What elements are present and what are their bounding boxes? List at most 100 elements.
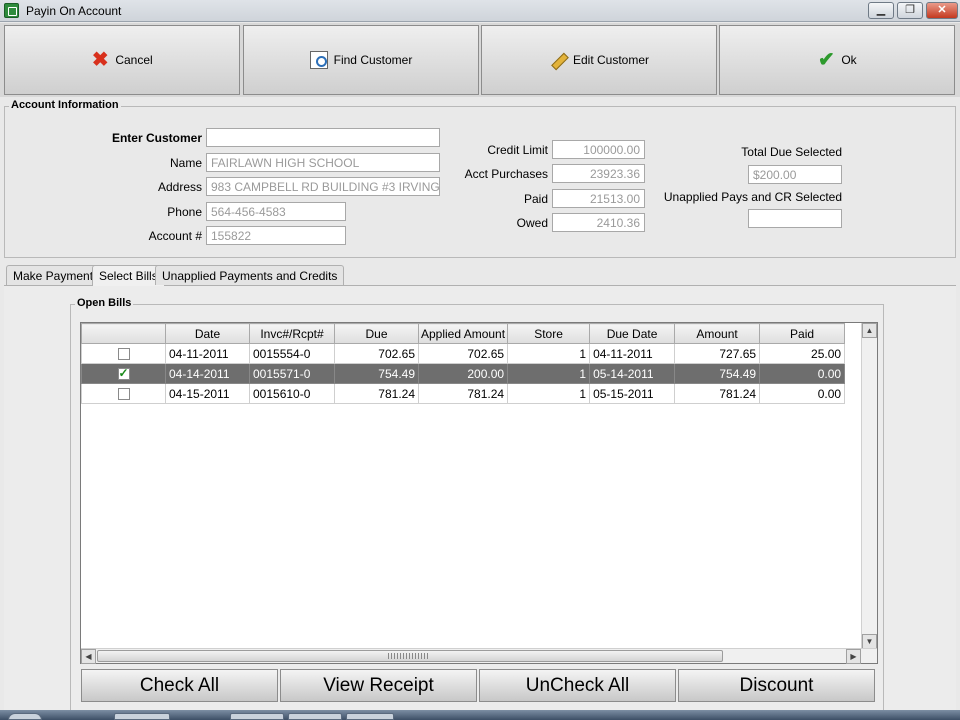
applied-amount-cell[interactable]: 200.00 [417,363,509,384]
account-information-title: Account Information [9,99,121,111]
date-cell: 04-15-2011 [165,383,250,404]
unapplied-label: Unapplied Pays and CR Selected [663,190,842,204]
find-customer-label: Find Customer [333,53,413,67]
enter-customer-label: Enter Customer [111,131,202,145]
find-customer-icon [309,51,328,69]
due-date-cell: 04-11-2011 [589,343,676,364]
acct-purchases-field: 23923.36 [552,164,645,183]
maximize-button[interactable]: ❐ [897,2,923,19]
account-number-field: 155822 [206,226,346,245]
table-header-row: Date Invc#/Rcpt# Due Applied Amount Stor… [81,323,846,344]
x-icon: ✖ [91,49,109,71]
cancel-button[interactable]: ✖ Cancel [4,25,240,95]
address-label: Address [157,180,202,194]
total-due-field: $200.00 [748,165,842,184]
uncheck-all-button[interactable]: UnCheck All [479,669,676,702]
tab-unapplied-payments[interactable]: Unapplied Payments and Credits [155,265,345,285]
account-number-label: Account # [148,229,202,243]
invoice-cell: 0015554-0 [249,343,335,364]
taskbar-item[interactable] [346,713,394,720]
table-row[interactable]: 04-14-2011 0015571-0 754.49 200.00 1 05-… [81,363,846,384]
row-checkbox-cell[interactable] [81,363,166,384]
edit-customer-button[interactable]: Edit Customer [481,25,717,95]
row-checkbox[interactable] [117,366,130,381]
column-header[interactable]: Due [334,323,419,344]
table-row[interactable]: 04-11-2011 0015554-0 702.65 702.65 1 04-… [81,343,846,364]
find-customer-button[interactable]: Find Customer [243,25,479,95]
table-row[interactable]: 04-15-2011 0015610-0 781.24 781.24 1 05-… [81,383,846,404]
amount-cell: 754.49 [674,363,761,384]
open-bills-grid[interactable]: Date Invc#/Rcpt# Due Applied Amount Stor… [80,322,878,664]
view-receipt-button[interactable]: View Receipt [280,669,477,702]
app-icon [4,3,19,18]
pencil-icon [549,51,567,69]
credit-limit-label: Credit Limit [487,143,548,157]
window-title: Payin On Account [26,4,122,18]
toolbar: ✖ Cancel Find Customer Edit Customer ✔ O… [0,23,960,97]
scroll-up-icon[interactable]: ▲ [862,323,877,338]
row-checkbox[interactable] [117,388,130,401]
column-header[interactable] [81,323,166,344]
paid-cell: 0.00 [759,363,846,384]
horizontal-scroll-thumb[interactable] [97,650,723,662]
column-header[interactable]: Store [507,323,591,344]
amount-cell: 727.65 [674,343,761,364]
column-header[interactable]: Due Date [589,323,676,344]
name-label: Name [169,156,202,170]
acct-purchases-label: Acct Purchases [464,167,548,181]
due-cell: 754.49 [334,363,419,384]
row-checkbox-cell[interactable] [81,383,166,404]
column-header[interactable]: Date [165,323,250,344]
tab-select-bills[interactable]: Select Bills [92,265,165,286]
paid-field: 21513.00 [552,189,645,208]
taskbar-item[interactable] [114,713,170,720]
phone-field: 564-456-4583 [206,202,346,221]
name-field: FAIRLAWN HIGH SCHOOL [206,153,440,172]
paid-label: Paid [523,192,548,206]
due-cell: 702.65 [334,343,419,364]
applied-amount-cell[interactable]: 702.65 [417,343,509,364]
date-cell: 04-14-2011 [165,363,250,384]
paid-cell: 0.00 [759,383,846,404]
title-bar: Payin On Account ▁ ❐ ✕ [0,0,960,22]
store-cell: 1 [507,363,591,384]
tab-strip: Make Payment Select Bills Unapplied Paym… [4,265,956,286]
minimize-button[interactable]: ▁ [868,2,894,19]
due-cell: 781.24 [334,383,419,404]
owed-label: Owed [516,216,548,230]
horizontal-scrollbar[interactable]: ◀ ▶ [81,648,877,664]
check-all-button[interactable]: Check All [81,669,278,702]
total-due-label: Total Due Selected [741,145,842,159]
applied-amount-cell[interactable]: 781.24 [417,383,509,404]
column-header[interactable]: Paid [759,323,846,344]
discount-button[interactable]: Discount [678,669,875,702]
column-header[interactable]: Invc#/Rcpt# [249,323,335,344]
scroll-right-icon[interactable]: ▶ [846,649,861,664]
taskbar-item[interactable] [230,713,284,720]
address-field: 983 CAMPBELL RD BUILDING #3 IRVINGTO [206,177,440,196]
scroll-down-icon[interactable]: ▼ [862,634,877,649]
credit-limit-field: 100000.00 [552,140,645,159]
row-checkbox-cell[interactable] [81,343,166,364]
tab-make-payment[interactable]: Make Payment [6,265,101,285]
taskbar-item[interactable] [288,713,342,720]
enter-customer-input[interactable] [206,128,440,147]
edit-customer-label: Edit Customer [572,53,650,67]
taskbar [0,710,960,720]
scroll-left-icon[interactable]: ◀ [81,649,96,664]
open-bills-title: Open Bills [75,297,134,309]
start-orb-icon[interactable] [8,713,42,720]
date-cell: 04-11-2011 [165,343,250,364]
store-cell: 1 [507,383,591,404]
close-button[interactable]: ✕ [926,2,958,19]
column-header[interactable]: Applied Amount [417,323,509,344]
invoice-cell: 0015610-0 [249,383,335,404]
vertical-scrollbar[interactable]: ▲ ▼ [861,323,877,649]
ok-button[interactable]: ✔ Ok [719,25,955,95]
row-checkbox[interactable] [117,348,130,361]
unapplied-field [748,209,842,228]
cancel-label: Cancel [115,53,153,67]
due-date-cell: 05-14-2011 [589,363,676,384]
ok-label: Ok [841,53,857,67]
column-header[interactable]: Amount [674,323,761,344]
